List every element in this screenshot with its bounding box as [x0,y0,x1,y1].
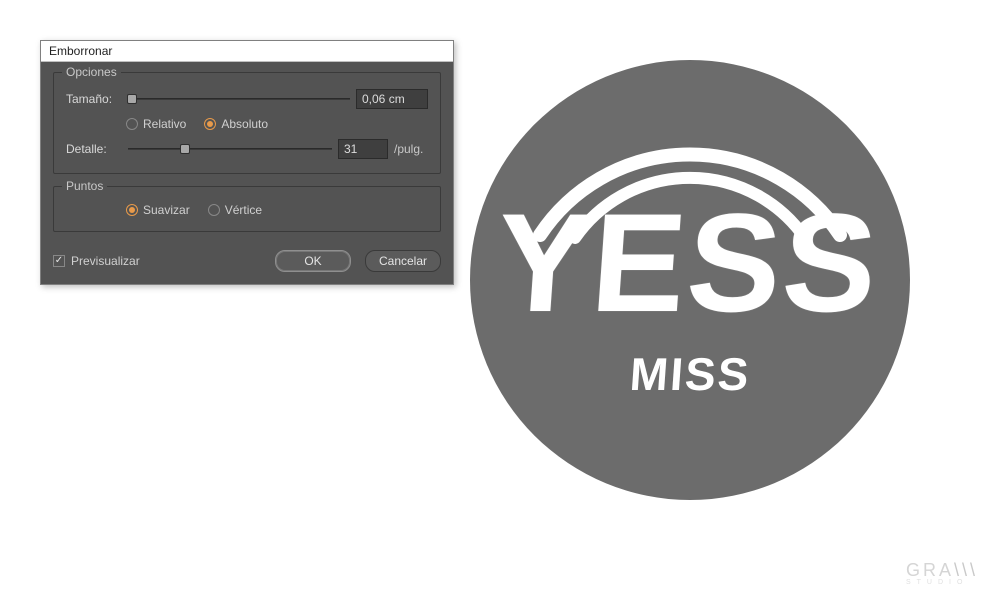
options-group: Opciones Tamaño: 0,06 cm Relativo Absolu… [53,72,441,174]
watermark: GRA\\\ STUDIO [906,560,978,586]
points-group: Puntos Suavizar Vértice [53,186,441,232]
radio-icon [208,204,220,216]
absolute-label: Absoluto [221,117,268,131]
relative-radio[interactable]: Relativo [126,117,186,131]
detail-slider[interactable] [128,141,332,157]
logo-badge: YESS MISS [470,60,910,500]
dialog-footer: ✓ Previsualizar OK Cancelar [53,244,441,272]
badge-sub-text: MISS [628,351,752,397]
dialog-body: Opciones Tamaño: 0,06 cm Relativo Absolu… [41,62,453,284]
size-input[interactable]: 0,06 cm [356,89,428,109]
corner-radio[interactable]: Vértice [208,203,262,217]
points-legend: Puntos [62,179,107,193]
cancel-button[interactable]: Cancelar [365,250,441,272]
points-radios: Suavizar Vértice [126,203,428,217]
radio-icon [204,118,216,130]
size-slider[interactable] [128,91,350,107]
size-slider-thumb[interactable] [127,94,137,104]
radio-icon [126,204,138,216]
dialog-title: Emborronar [41,41,453,62]
corner-label: Vértice [225,203,262,217]
detail-row: Detalle: 31 /pulg. [66,139,428,159]
preview-checkbox[interactable]: ✓ Previsualizar [53,254,140,268]
smooth-radio[interactable]: Suavizar [126,203,190,217]
detail-label: Detalle: [66,142,122,156]
watermark-main: GRA [906,560,954,580]
checkbox-icon: ✓ [53,255,65,267]
detail-input[interactable]: 31 [338,139,388,159]
absolute-radio[interactable]: Absoluto [204,117,268,131]
smooth-label: Suavizar [143,203,190,217]
preview-label: Previsualizar [71,254,140,268]
badge-circle: YESS MISS [470,60,910,500]
badge-main-text: YESS [492,193,883,333]
size-label: Tamaño: [66,92,122,106]
watermark-sub: STUDIO [906,579,978,586]
detail-unit: /pulg. [394,142,428,156]
relative-label: Relativo [143,117,186,131]
size-row: Tamaño: 0,06 cm [66,89,428,109]
radio-icon [126,118,138,130]
options-legend: Opciones [62,65,121,79]
detail-slider-thumb[interactable] [180,144,190,154]
ok-button[interactable]: OK [275,250,351,272]
roughen-dialog: Emborronar Opciones Tamaño: 0,06 cm Rela… [40,40,454,285]
size-mode-radios: Relativo Absoluto [126,117,428,131]
